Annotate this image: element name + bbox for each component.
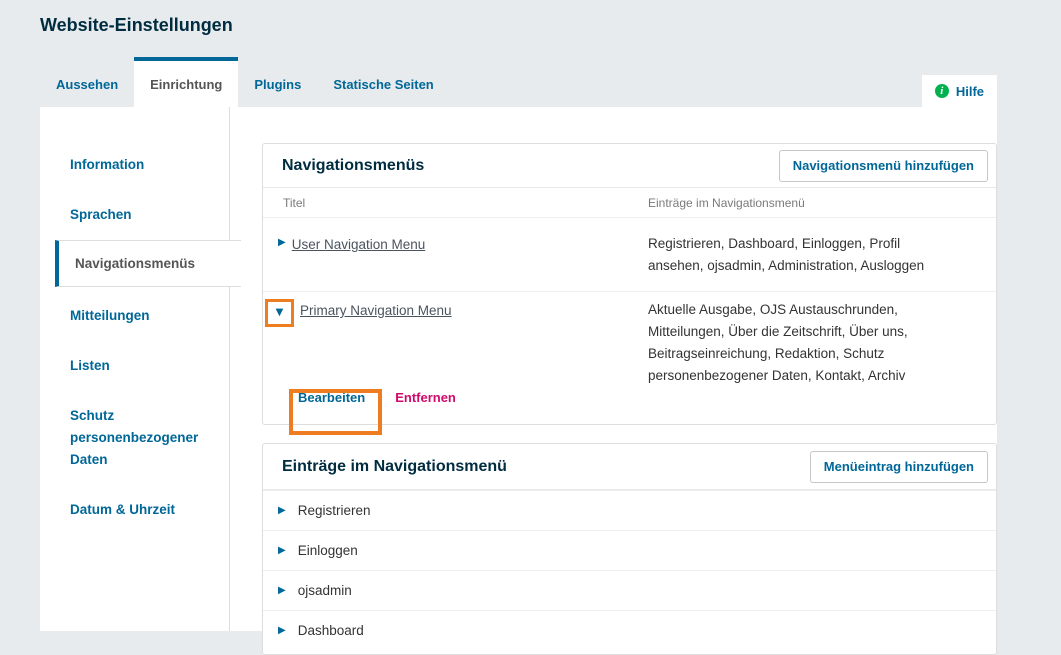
- list-item-label: ojsadmin: [298, 583, 352, 598]
- settings-sidebar: Information Sprachen Navigationsmenüs Mi…: [40, 107, 230, 631]
- add-menu-item-button[interactable]: Menüeintrag hinzufügen: [810, 451, 988, 483]
- navigation-menus-panel-header: Navigationsmenüs Navigationsmenü hinzufü…: [263, 144, 996, 188]
- expand-arrow-icon[interactable]: ▶: [278, 544, 286, 558]
- sidebar-item-listen[interactable]: Listen: [70, 355, 220, 377]
- settings-tab-bar: Aussehen Einrichtung Plugins Statische S…: [40, 57, 450, 107]
- navigation-menus-panel: Navigationsmenüs Navigationsmenü hinzufü…: [262, 143, 997, 425]
- help-button[interactable]: i Hilfe: [922, 75, 997, 107]
- sidebar-item-navigationsmenus[interactable]: Navigationsmenüs: [55, 240, 241, 287]
- add-navigation-menu-button[interactable]: Navigationsmenü hinzufügen: [779, 150, 988, 182]
- row-title-cell: ▶ User Navigation Menu: [263, 233, 648, 255]
- list-item-ojsadmin[interactable]: ▶ ojsadmin: [263, 570, 996, 610]
- list-item-label: Einloggen: [298, 543, 358, 558]
- help-label: Hilfe: [956, 84, 984, 99]
- expand-arrow-icon[interactable]: ▶: [278, 504, 286, 518]
- page-title: Website-Einstellungen: [40, 15, 233, 36]
- sidebar-item-datum-uhrzeit[interactable]: Datum & Uhrzeit: [70, 499, 220, 521]
- grid-column-headers: Titel Einträge im Navigationsmenü: [263, 188, 996, 218]
- tab-aussehen[interactable]: Aussehen: [40, 57, 134, 107]
- row-action-links: Bearbeiten Entfernen: [263, 387, 996, 408]
- row-title-cell: ▼ Primary Navigation Menu: [263, 299, 648, 327]
- sidebar-item-information[interactable]: Information: [70, 154, 220, 176]
- tab-statische-seiten[interactable]: Statische Seiten: [317, 57, 449, 107]
- content-area: Information Sprachen Navigationsmenüs Mi…: [40, 107, 997, 631]
- list-item-einloggen[interactable]: ▶ Einloggen: [263, 530, 996, 570]
- tab-plugins[interactable]: Plugins: [238, 57, 317, 107]
- menu-items-panel: Einträge im Navigationsmenü Menüeintrag …: [262, 443, 997, 655]
- column-header-eintraege: Einträge im Navigationsmenü: [648, 196, 996, 210]
- row-items-summary: Aktuelle Ausgabe, OJS Austauschrunden, M…: [648, 299, 996, 387]
- table-row-user-navigation-menu: ▶ User Navigation Menu Registrieren, Das…: [263, 218, 996, 292]
- panel-title-eintraege: Einträge im Navigationsmenü: [282, 458, 507, 476]
- collapse-arrow-icon: ▼: [276, 306, 284, 320]
- bearbeiten-link[interactable]: Bearbeiten: [298, 390, 365, 405]
- sidebar-item-mitteilungen[interactable]: Mitteilungen: [70, 305, 220, 327]
- column-header-titel: Titel: [263, 196, 648, 210]
- sidebar-item-schutz-personenbezogener-daten[interactable]: Schutz personenbezogener Daten: [70, 405, 212, 471]
- expand-arrow-highlight-box[interactable]: ▼: [265, 299, 294, 327]
- list-item-registrieren[interactable]: ▶ Registrieren: [263, 490, 996, 530]
- entfernen-link[interactable]: Entfernen: [395, 390, 456, 405]
- expand-arrow-icon[interactable]: ▶: [278, 236, 286, 250]
- row-items-summary: Registrieren, Dashboard, Einloggen, Prof…: [648, 233, 996, 277]
- table-row-primary-navigation-menu: ▼ Primary Navigation Menu Aktuelle Ausga…: [263, 292, 996, 408]
- list-item-label: Registrieren: [298, 503, 371, 518]
- info-circle-icon: i: [935, 84, 949, 98]
- expand-arrow-icon[interactable]: ▶: [278, 584, 286, 598]
- tab-einrichtung[interactable]: Einrichtung: [134, 57, 238, 107]
- list-item-dashboard[interactable]: ▶ Dashboard: [263, 610, 996, 650]
- primary-navigation-menu-link[interactable]: Primary Navigation Menu: [300, 301, 452, 321]
- user-navigation-menu-link[interactable]: User Navigation Menu: [292, 235, 426, 255]
- sidebar-item-sprachen[interactable]: Sprachen: [70, 204, 220, 226]
- menu-items-panel-header: Einträge im Navigationsmenü Menüeintrag …: [263, 444, 996, 490]
- panel-title-navigationsmenus: Navigationsmenüs: [282, 157, 424, 175]
